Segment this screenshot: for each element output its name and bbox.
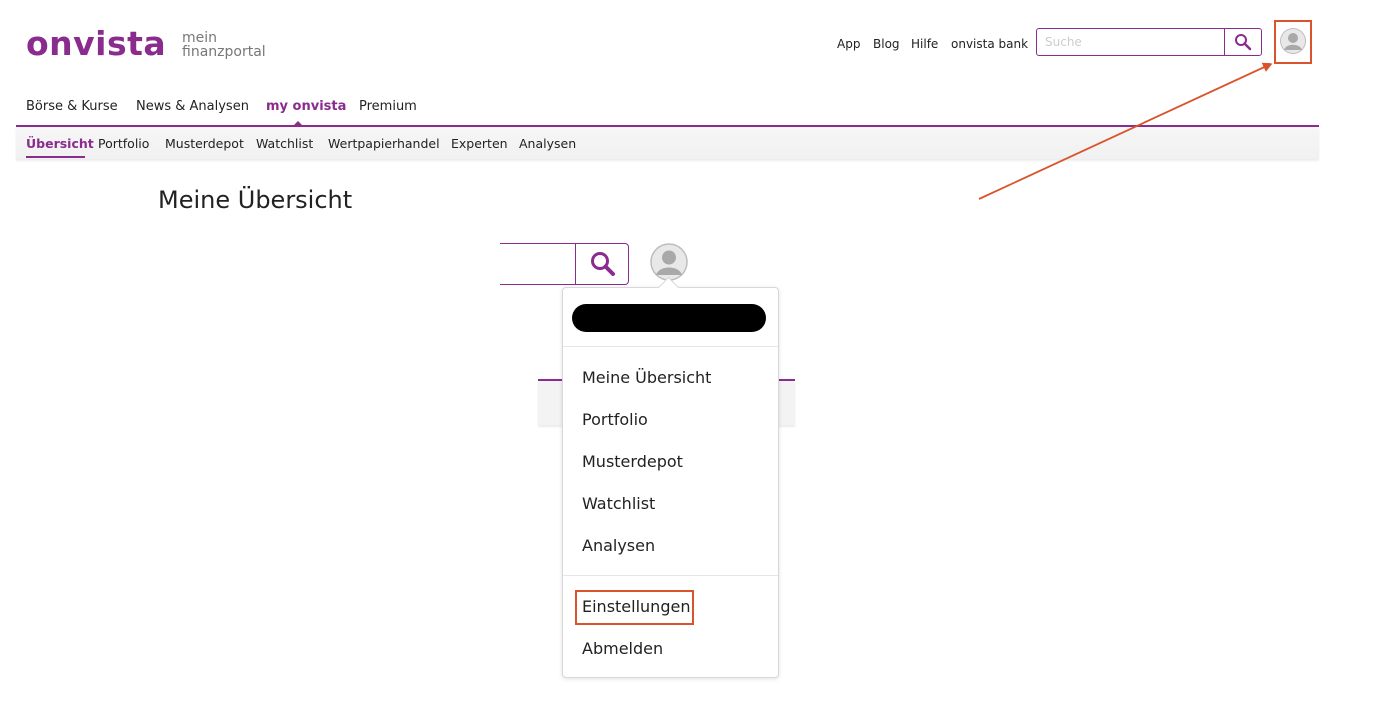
search-icon <box>1235 34 1252 51</box>
inset-search-box <box>500 243 629 285</box>
menu-item-musterdepot[interactable]: Musterdepot <box>582 452 683 471</box>
inset-user-account-button[interactable] <box>650 243 688 281</box>
onvista-logo[interactable]: onvista <box>26 24 166 64</box>
inset-search-button[interactable] <box>575 244 629 284</box>
menu-item-watchlist[interactable]: Watchlist <box>582 494 655 513</box>
dropdown-separator <box>563 575 778 576</box>
top-link-blog[interactable]: Blog <box>873 37 900 51</box>
subnav-analysen[interactable]: Analysen <box>519 136 576 151</box>
subnav-active-underline <box>26 156 85 158</box>
user-icon <box>650 243 688 281</box>
subnav-watchlist[interactable]: Watchlist <box>256 136 313 151</box>
nav-boerse-kurse[interactable]: Börse & Kurse <box>26 99 118 114</box>
search-box <box>1036 28 1262 56</box>
tagline-line1: mein <box>182 30 218 46</box>
subnav-experten[interactable]: Experten <box>451 136 508 151</box>
subnav-musterdepot[interactable]: Musterdepot <box>165 136 244 151</box>
tagline: mein finanzportal <box>182 31 266 59</box>
subnav-wertpapierhandel[interactable]: Wertpapierhandel <box>328 136 440 151</box>
top-link-app[interactable]: App <box>837 37 860 51</box>
nav-my-onvista[interactable]: my onvista <box>266 99 346 114</box>
menu-item-analysen[interactable]: Analysen <box>582 536 655 555</box>
subnav-uebersicht[interactable]: Übersicht <box>26 136 94 151</box>
nav-premium[interactable]: Premium <box>359 99 417 114</box>
search-icon <box>590 252 615 276</box>
user-account-button[interactable] <box>1280 28 1306 54</box>
search-input[interactable] <box>1037 29 1238 55</box>
dropdown-separator <box>563 346 778 347</box>
top-link-onvista-bank[interactable]: onvista bank <box>951 37 1028 51</box>
top-link-hilfe[interactable]: Hilfe <box>911 37 938 51</box>
menu-item-portfolio[interactable]: Portfolio <box>582 410 648 429</box>
page-title: Meine Übersicht <box>158 186 353 214</box>
redacted-username <box>572 304 766 332</box>
nav-news-analysen[interactable]: News & Analysen <box>136 99 249 114</box>
subnav-portfolio[interactable]: Portfolio <box>98 136 149 151</box>
menu-item-einstellungen[interactable]: Einstellungen <box>582 597 690 616</box>
search-button[interactable] <box>1224 29 1261 55</box>
tagline-line2: finanzportal <box>182 44 266 60</box>
menu-item-meine-uebersicht[interactable]: Meine Übersicht <box>582 368 711 387</box>
user-icon <box>1280 28 1306 54</box>
menu-item-abmelden[interactable]: Abmelden <box>582 639 663 658</box>
